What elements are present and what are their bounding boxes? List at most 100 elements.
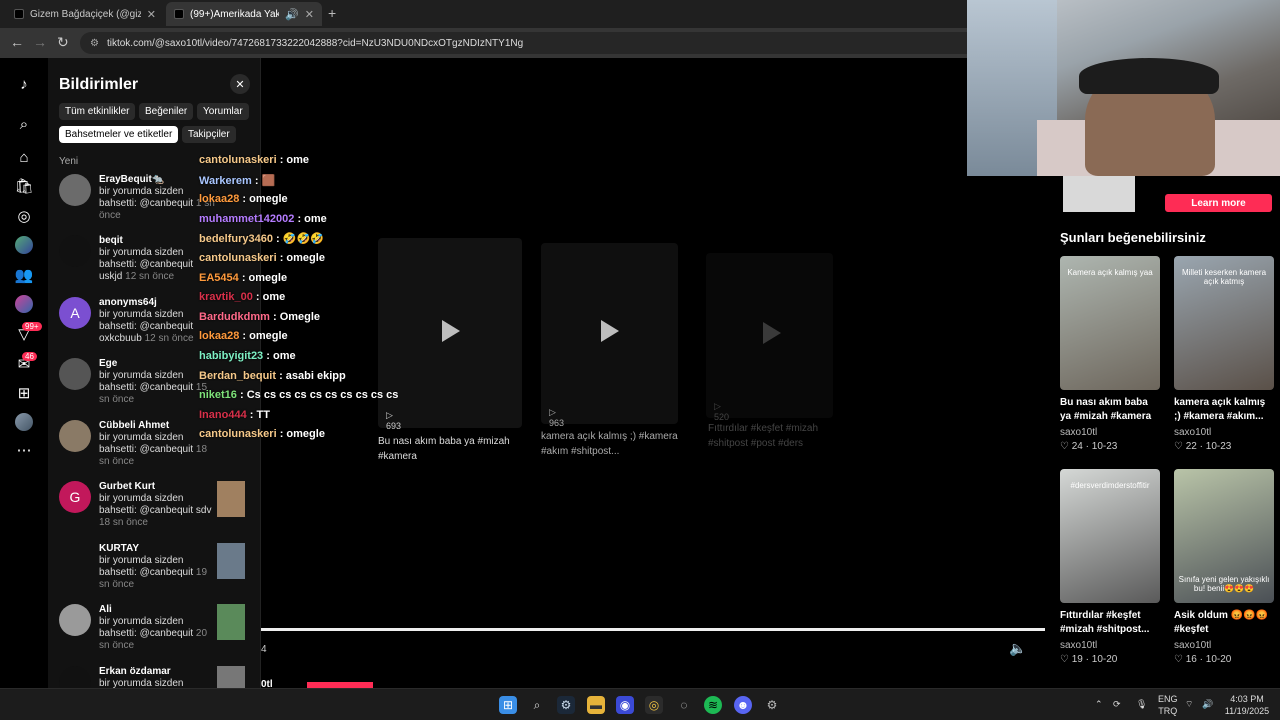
video-thumbnail[interactable] (217, 666, 245, 688)
view-count: ▷ 520 (714, 401, 730, 422)
language-indicator[interactable]: ENG TRQ (1158, 693, 1178, 717)
notification-body: bir yorumda sizden bahsetti: @canbequit … (99, 616, 208, 651)
video-thumbnail[interactable]: Milleti keserken kamera açık katmış (1174, 256, 1274, 390)
chat-username: lokaa28 (199, 193, 240, 206)
new-tab-button[interactable]: + (328, 5, 336, 21)
chat-message: bedelfury3460 : 🤣🤣🤣 (199, 232, 459, 252)
suggested-video-card[interactable]: Sınıfa yeni gelen yakışıklı bu! benii😍😍😍… (1174, 469, 1274, 665)
filter-mentions[interactable]: Bahsetmeler ve etiketler (59, 126, 179, 143)
url-field[interactable]: ⚙ tiktok.com/@saxo10tl/video/74726817332… (80, 32, 980, 54)
video-caption: kamera açık kalmış ;) #kamera #akım... (1174, 397, 1266, 422)
video-thumbnail[interactable] (217, 481, 245, 517)
obs-icon[interactable]: ◌ (675, 696, 693, 714)
notifications-title: Bildirimler (59, 76, 139, 93)
app-icon[interactable]: ◉ (616, 696, 634, 714)
chat-text: omegle (249, 330, 288, 343)
chat-text: ome (262, 291, 286, 304)
video-time: 4 (261, 644, 267, 655)
back-arrow-icon[interactable]: ← (10, 34, 24, 50)
profile-avatar-icon[interactable] (14, 412, 34, 432)
search-icon[interactable]: ⌕ (14, 114, 34, 134)
shop-icon[interactable]: 🛍 (14, 176, 34, 196)
search-icon[interactable]: ⌕ (528, 696, 546, 714)
filter-followers[interactable]: Takipçiler (182, 126, 236, 143)
tray-chevron-icon[interactable]: ⌃ (1095, 698, 1103, 710)
video-thumbnail[interactable]: #dersverdimderstoffitir (1060, 469, 1160, 603)
home-icon[interactable]: ⌂ (14, 147, 34, 167)
filter-comments[interactable]: Yorumlar (197, 103, 249, 120)
discord-icon[interactable]: ☻ (734, 696, 752, 714)
video-caption: kamera açık kalmış ;) #kamera #akım #shi… (541, 431, 678, 457)
site-info-icon[interactable]: ⚙ (90, 38, 99, 49)
chat-username: Berdan_bequit (199, 369, 277, 382)
chat-separator: : (252, 291, 263, 304)
chat-separator: : (276, 154, 287, 166)
speaker-icon[interactable]: 🔊 (285, 8, 299, 21)
video-thumbnail[interactable]: Kamera açık kalmış yaa (1060, 256, 1160, 390)
start-icon[interactable]: ⊞ (499, 696, 517, 714)
upload-icon[interactable]: ⊞ (14, 383, 34, 403)
steam-icon[interactable]: ⚙ (557, 696, 575, 714)
video-progress-bar[interactable] (261, 628, 1045, 631)
file-explorer-icon[interactable]: ▬ (587, 696, 605, 714)
chrome-icon[interactable]: ◎ (645, 696, 663, 714)
chat-text: 🤣🤣🤣 (282, 233, 324, 246)
spotify-icon[interactable]: ≋ (704, 696, 722, 714)
ad-image[interactable] (1063, 176, 1135, 212)
clock[interactable]: 4:03 PM 11/19/2025 (1222, 693, 1272, 717)
forward-arrow-icon[interactable]: → (33, 34, 47, 50)
volume-icon[interactable]: 🔊 (1202, 698, 1213, 710)
chat-separator: : (236, 389, 247, 402)
filter-all[interactable]: Tüm etkinlikler (59, 103, 136, 120)
chat-separator: : (239, 330, 250, 343)
more-icon[interactable]: ⋯ (14, 440, 34, 460)
video-thumbnail[interactable]: Sınıfa yeni gelen yakışıklı bu! benii😍😍😍 (1174, 469, 1274, 603)
explore-icon[interactable]: ◎ (14, 206, 34, 226)
chat-username: Bardudkdmm (199, 310, 270, 323)
notification-user: KURTAY (99, 543, 140, 554)
chat-text: omegle (249, 193, 288, 206)
video-author: saxo10tl (1060, 427, 1098, 438)
video-thumbnail[interactable] (217, 604, 245, 640)
tiktok-logo-icon[interactable]: ♪ (14, 74, 34, 94)
chat-username: bedelfury3460 (199, 233, 273, 246)
tab-title: Gizem Bağdaçiçek (@gizemsa... (30, 8, 141, 20)
chat-username: niket16 (199, 389, 237, 402)
video-caption: Asik oldum 😡😡😡 #keşfet (1174, 610, 1269, 635)
chat-text: ome (304, 212, 327, 225)
settings-icon[interactable]: ⚙ (763, 696, 781, 714)
chat-separator: : (263, 349, 273, 362)
section-new: Yeni (59, 156, 79, 167)
wifi-icon[interactable]: ⌔ (1185, 698, 1193, 710)
browser-tab-active[interactable]: (99+)Amerikada Yakışıklı Gö... 🔊 ✕ (166, 2, 322, 26)
chat-username: cantolunaskeri (199, 251, 277, 264)
avatar (59, 235, 91, 267)
filter-likes[interactable]: Beğeniler (139, 103, 194, 120)
live-avatar-icon[interactable] (14, 294, 34, 314)
browser-tab[interactable]: Gizem Bağdaçiçek (@gizemsa... ✕ (6, 2, 164, 26)
suggested-video-card[interactable]: Kamera açık kalmış yaa Bu nası akım baba… (1060, 256, 1160, 452)
following-avatar-icon[interactable] (14, 235, 34, 255)
chat-username: habibyigit23 (199, 349, 264, 362)
close-tab-icon[interactable]: ✕ (147, 8, 156, 21)
video-thumbnail[interactable] (217, 543, 245, 579)
network-sync-icon[interactable]: ⟳ (1113, 698, 1121, 710)
chat-separator: : (246, 408, 257, 421)
left-nav: ♪ ⌕ ⌂ 🛍 ◎ 👥 ▽ 99+ ✉ 46 ⊞ ⋯ (0, 58, 48, 688)
chat-separator: : (251, 174, 262, 187)
notification-user: Ali (99, 604, 112, 615)
close-icon[interactable]: ✕ (230, 74, 250, 94)
close-tab-icon[interactable]: ✕ (305, 8, 314, 21)
learn-more-button[interactable]: Learn more (1165, 194, 1272, 212)
friends-icon[interactable]: 👥 (14, 265, 34, 285)
volume-icon[interactable]: 🔈 (1009, 640, 1026, 657)
chat-separator: : (276, 251, 287, 264)
messages-badge: 46 (22, 352, 37, 361)
chat-message: habibyigit23 : ome (199, 350, 459, 370)
suggestions-title: Şunları beğenebilirsiniz (1060, 230, 1206, 245)
microphone-icon[interactable]: 🎙 (1136, 698, 1147, 710)
play-icon (763, 322, 781, 344)
suggested-video-card[interactable]: Milleti keserken kamera açık katmış kame… (1174, 256, 1274, 452)
reload-icon[interactable]: ↻ (57, 34, 69, 51)
suggested-video-card[interactable]: #dersverdimderstoffitir Fıttırdılar #keş… (1060, 469, 1160, 665)
